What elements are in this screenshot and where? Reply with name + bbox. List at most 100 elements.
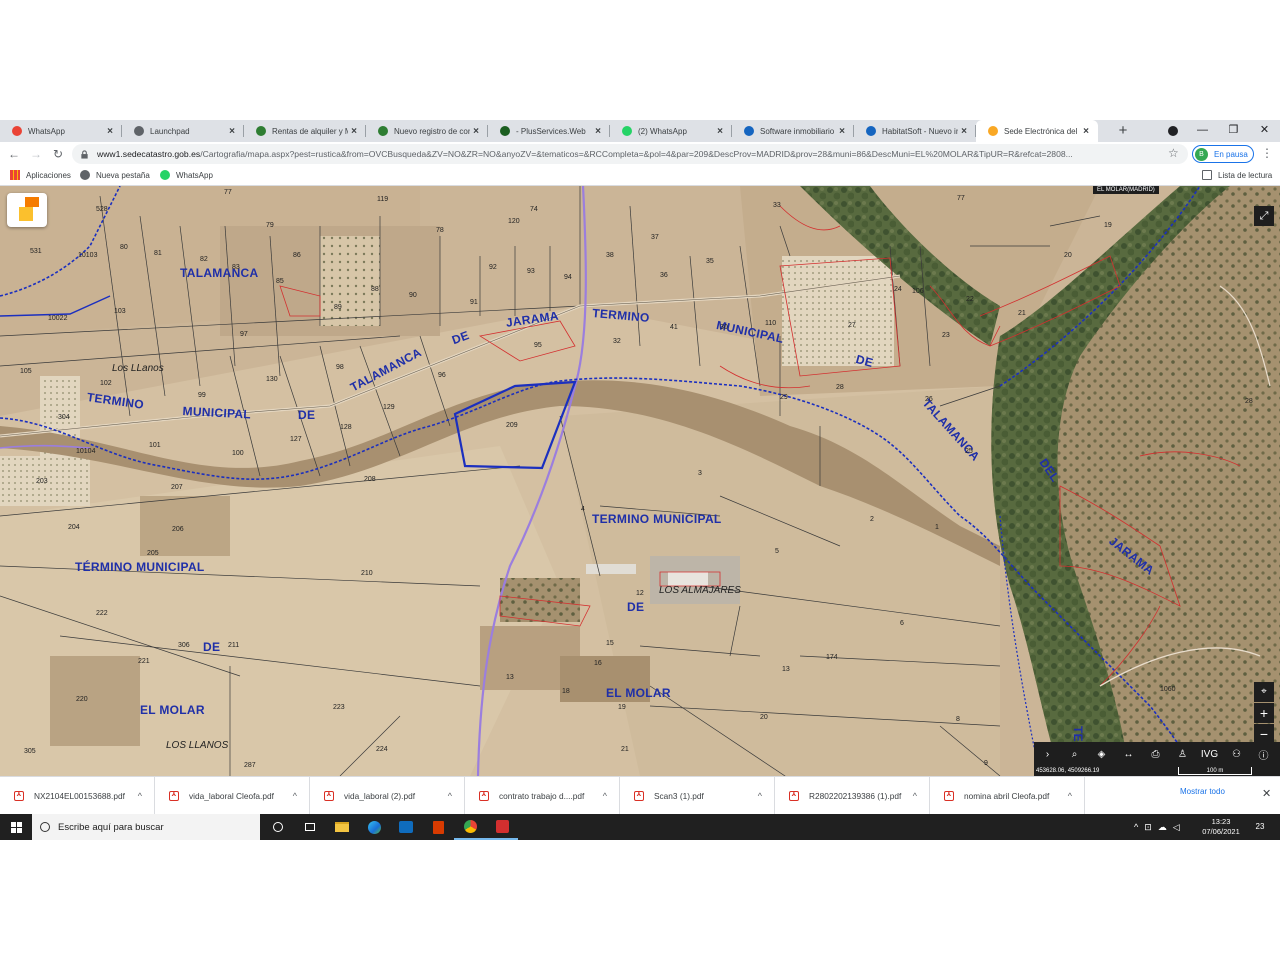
office-icon[interactable] <box>422 814 454 840</box>
chevron-up-icon[interactable]: ^ <box>913 791 917 801</box>
parcel-number[interactable]: 24 <box>894 286 902 293</box>
print-icon[interactable]: ⎙ <box>1142 749 1169 760</box>
parcel-number[interactable]: 120 <box>508 218 520 225</box>
parcel-number[interactable]: 10022 <box>48 315 67 322</box>
tab-0[interactable]: WhatsApp × <box>0 120 122 142</box>
cortana-button[interactable] <box>262 814 294 840</box>
zoom-in-button[interactable]: + <box>1254 703 1274 723</box>
parcel-number[interactable]: 33 <box>773 202 781 209</box>
parcel-number[interactable]: 79 <box>266 222 274 229</box>
parcel-number[interactable]: 222 <box>96 610 108 617</box>
parcel-number[interactable]: 80 <box>120 244 128 251</box>
forward-button[interactable]: → <box>28 146 44 162</box>
layers-icon[interactable]: ◈ <box>1088 749 1115 760</box>
parcel-number[interactable]: 10103 <box>78 252 97 259</box>
parcel-number[interactable]: 106 <box>912 288 924 295</box>
close-tab-icon[interactable]: × <box>348 126 360 137</box>
parcel-number[interactable]: 211 <box>228 642 239 649</box>
parcel-number[interactable]: 13 <box>782 666 790 673</box>
parcel-number[interactable]: 209 <box>506 422 518 429</box>
parcel-number[interactable]: 21 <box>1018 310 1026 317</box>
parcel-number[interactable]: 98 <box>336 364 344 371</box>
close-tab-icon[interactable]: × <box>958 126 970 137</box>
chevron-up-icon[interactable]: ^ <box>758 791 762 801</box>
file-explorer-icon[interactable] <box>326 814 358 840</box>
parcel-number[interactable]: 2 <box>870 516 874 523</box>
parcel-number[interactable]: 86 <box>293 252 301 259</box>
parcel-number[interactable]: 20 <box>760 714 768 721</box>
parcel-number[interactable]: 10104 <box>76 448 95 455</box>
kebab-menu-icon[interactable]: ⋮ <box>1261 146 1273 160</box>
close-window-button[interactable]: ✕ <box>1249 120 1280 142</box>
parcel-number[interactable]: 29 <box>780 394 788 401</box>
measure-icon[interactable]: ↔ <box>1115 749 1142 760</box>
chevron-right-icon[interactable]: › <box>1034 749 1061 760</box>
network-icon[interactable]: ⊡ <box>1144 822 1152 833</box>
parcel-number[interactable]: 174 <box>826 654 838 661</box>
parcel-number[interactable]: 119 <box>377 196 388 203</box>
parcel-number[interactable]: 3 <box>698 470 702 477</box>
parcel-number[interactable]: 210 <box>361 570 373 577</box>
parcel-number[interactable]: 99 <box>198 392 206 399</box>
parcel-number[interactable]: 36 <box>660 272 668 279</box>
parcel-number[interactable]: 12 <box>636 590 644 597</box>
bookmark-star-icon[interactable]: ☆ <box>1168 146 1179 160</box>
restore-button[interactable]: ❐ <box>1218 120 1249 142</box>
parcel-number[interactable]: 28 <box>836 384 844 391</box>
parcel-number[interactable]: 6 <box>900 620 904 627</box>
close-tab-icon[interactable]: × <box>470 126 482 137</box>
parcel-number[interactable]: 38 <box>606 252 614 259</box>
cloud-icon[interactable]: ☁ <box>1158 822 1167 833</box>
parcel-number[interactable]: 221 <box>138 658 150 665</box>
download-item[interactable]: ⅄ vida_laboral Cleofa.pdf ^ <box>155 777 310 815</box>
parcel-number[interactable]: 93 <box>527 268 535 275</box>
download-item[interactable]: ⅄ NX2104EL00153688.pdf ^ <box>0 777 155 815</box>
parcel-number[interactable]: 206 <box>172 526 184 533</box>
tab-2[interactable]: Rentas de alquiler y M × <box>244 120 366 142</box>
bookmark-new-tab[interactable]: Nueva pestaña <box>80 170 150 180</box>
ivg-icon[interactable]: IVG <box>1196 749 1223 760</box>
tab-1[interactable]: Launchpad × <box>122 120 244 142</box>
parcel-number[interactable]: 18 <box>562 688 570 695</box>
download-item[interactable]: ⅄ Scan3 (1).pdf ^ <box>620 777 775 815</box>
download-item[interactable]: ⅄ R2802202139386 (1).pdf ^ <box>775 777 930 815</box>
notifications-button[interactable]: 23 <box>1252 819 1268 835</box>
new-tab-button[interactable]: + <box>1114 122 1132 140</box>
task-view-button[interactable] <box>294 814 326 840</box>
parcel-number[interactable]: 224 <box>376 746 388 753</box>
parcel-number[interactable]: 207 <box>171 484 183 491</box>
tab-3[interactable]: Nuevo registro de con × <box>366 120 488 142</box>
chevron-up-icon[interactable]: ^ <box>603 791 607 801</box>
chevron-up-icon[interactable]: ^ <box>1068 791 1072 801</box>
parcel-number[interactable]: 88 <box>371 286 379 293</box>
fullscreen-icon[interactable]: ⤢ <box>1254 206 1274 226</box>
parcel-number[interactable]: 82 <box>200 256 208 263</box>
profile-paused-button[interactable]: B En pausa <box>1192 145 1254 163</box>
close-tab-icon[interactable]: × <box>592 126 604 137</box>
close-tab-icon[interactable]: × <box>104 126 116 137</box>
parcel-number[interactable]: 89 <box>334 304 342 311</box>
share-icon[interactable]: ⚇ <box>1223 749 1250 760</box>
parcel-number[interactable]: 223 <box>333 704 345 711</box>
tab-5[interactable]: (2) WhatsApp × <box>610 120 732 142</box>
parcel-number[interactable]: 102 <box>100 380 112 387</box>
parcel-number[interactable]: 1060 <box>1160 686 1176 693</box>
parcel-number[interactable]: 96 <box>438 372 446 379</box>
parcel-number[interactable]: 95 <box>534 342 542 349</box>
reading-list-button[interactable]: Lista de lectura <box>1202 170 1272 180</box>
parcel-number[interactable]: 19 <box>618 704 626 711</box>
close-tab-icon[interactable]: × <box>226 126 238 137</box>
zoom-out-button[interactable]: − <box>1254 724 1274 744</box>
parcel-number[interactable]: 85 <box>276 278 284 285</box>
cadastral-map[interactable]: TALAMANCA DE JARAMA TERMINO MUNICIPAL DE TALAM… <box>0 186 1280 776</box>
parcel-number[interactable]: 128 <box>340 424 352 431</box>
catastro-logo[interactable] <box>7 193 47 227</box>
parcel-number[interactable]: 8 <box>956 716 960 723</box>
parcel-number[interactable]: 15 <box>606 640 614 647</box>
parcel-number[interactable]: 220 <box>76 696 88 703</box>
parcel-number[interactable]: 16 <box>594 660 602 667</box>
parcel-number[interactable]: 9 <box>984 760 988 767</box>
parcel-number[interactable]: 94 <box>564 274 572 281</box>
tab-7[interactable]: HabitatSoft - Nuevo in × <box>854 120 976 142</box>
parcel-number[interactable]: 101 <box>149 442 161 449</box>
